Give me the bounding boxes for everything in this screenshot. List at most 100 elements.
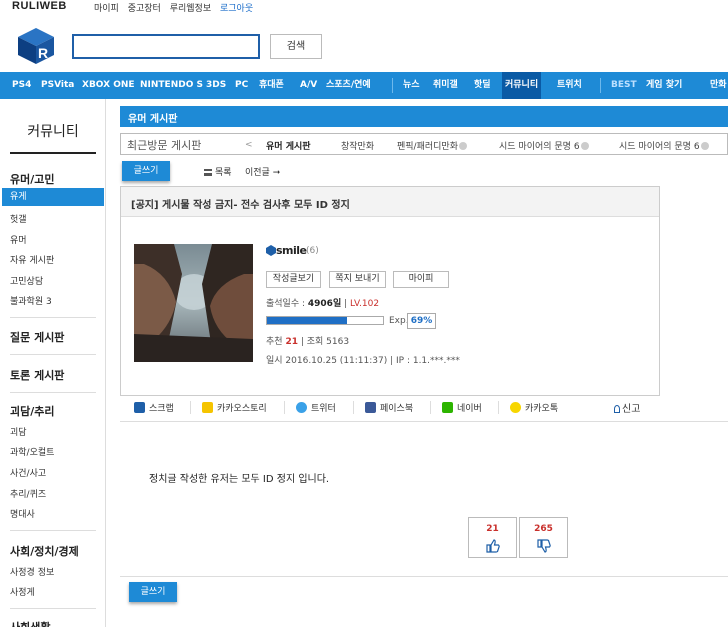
search-button[interactable]: 검색 bbox=[270, 34, 322, 59]
nav-item-xboxone[interactable]: XBOX ONE bbox=[82, 72, 135, 99]
recent-board-civ6[interactable]: 시드 마이어의 문명 6 bbox=[499, 139, 589, 152]
recent-boards-bar: 최근방문 게시판 < 유머 게시판 창작만화 펜픽/패러디만화 시드 마이어의 … bbox=[120, 133, 728, 155]
send-message-button[interactable]: 쪽지 보내기 bbox=[329, 271, 386, 288]
write-button[interactable]: 글쓰기 bbox=[122, 161, 170, 181]
nav-item-av[interactable]: A/V bbox=[300, 72, 317, 99]
recent-prev-arrow[interactable]: < bbox=[245, 140, 253, 150]
scrap-icon bbox=[134, 402, 145, 413]
share-kakaotalk-label: 카카오톡 bbox=[525, 404, 559, 414]
nav-separator bbox=[600, 78, 601, 93]
sidebar-heading-question[interactable]: 질문 게시판 bbox=[10, 329, 64, 345]
sidebar-heading-social-life[interactable]: 사회생활 bbox=[10, 619, 50, 627]
nav-item-twitch[interactable]: 트위치 bbox=[557, 72, 582, 99]
report-label: 신고 bbox=[622, 404, 641, 415]
nav-item-hotdeal[interactable]: 핫딜 bbox=[474, 72, 491, 99]
nav-separator bbox=[392, 78, 393, 93]
sidebar-item-incident[interactable]: 사건/사고 bbox=[10, 466, 46, 479]
sidebar-item-occult[interactable]: 과학/오컬트 bbox=[10, 445, 54, 458]
share-row: 스크랩 카카오스토리 트위터 페이스북 네이버 카카오톡 bbox=[120, 396, 660, 420]
share-naver[interactable]: 네이버 bbox=[442, 401, 482, 414]
recent-board-creative[interactable]: 창작만화 bbox=[341, 139, 374, 152]
logout-link[interactable]: 로그아웃 bbox=[220, 4, 253, 14]
sidebar-item-society-info[interactable]: 사정경 정보 bbox=[10, 565, 54, 578]
share-twitter[interactable]: 트위터 bbox=[296, 401, 336, 414]
nav-item-game-search[interactable]: 게임 찾기 bbox=[646, 72, 682, 99]
author-name[interactable]: smile bbox=[276, 244, 307, 257]
exp-label: Exp. bbox=[389, 316, 409, 326]
nav-item-hobby[interactable]: 취미갤 bbox=[433, 72, 458, 99]
search-input[interactable] bbox=[72, 34, 260, 59]
share-twitter-label: 트위터 bbox=[311, 404, 336, 414]
sidebar-item-yuge[interactable]: 유게 bbox=[2, 188, 104, 206]
sidebar-item-free-board[interactable]: 자유 게시판 bbox=[10, 253, 54, 266]
nav-item-comics[interactable]: 만화 bbox=[710, 72, 727, 99]
upvote-button[interactable]: 21 bbox=[468, 517, 517, 558]
sidebar-heading-mystery[interactable]: 괴담/추리 bbox=[10, 403, 55, 419]
nav-item-psvita[interactable]: PSVita bbox=[41, 72, 74, 99]
nav-item-nintendo[interactable]: NINTENDO S bbox=[140, 72, 203, 99]
share-separator bbox=[353, 401, 354, 414]
recent-board-humor[interactable]: 유머 게시판 bbox=[266, 139, 311, 152]
close-icon[interactable] bbox=[580, 142, 589, 150]
prev-post-link[interactable]: 이전글 ➞ bbox=[245, 165, 280, 178]
ruliweb-cube-icon[interactable]: R bbox=[16, 26, 56, 66]
report-link[interactable]: 신고 bbox=[614, 400, 640, 415]
sidebar-heading-society[interactable]: 사회/정치/경제 bbox=[10, 543, 79, 559]
avatar[interactable] bbox=[134, 244, 253, 362]
sidebar-item-quotes[interactable]: 명대사 bbox=[10, 507, 35, 520]
recent-board-civ6-2[interactable]: 시드 마이어의 문명 6 bbox=[619, 139, 709, 152]
sidebar-item-heotgal[interactable]: 헛갤 bbox=[10, 212, 27, 225]
sidebar-title-underline bbox=[10, 152, 96, 154]
recent-boards-label: 최근방문 게시판 bbox=[127, 139, 202, 152]
share-scrap-label: 스크랩 bbox=[149, 404, 174, 414]
sidebar-item-humor[interactable]: 유머 bbox=[10, 233, 27, 246]
nav-item-best[interactable]: BEST bbox=[611, 72, 637, 99]
close-icon[interactable] bbox=[700, 142, 709, 150]
top-link-info[interactable]: 루리웹정보 bbox=[170, 4, 211, 14]
views-count: | 조회 5163 bbox=[300, 337, 350, 347]
svg-text:R: R bbox=[38, 45, 48, 61]
exp-percent: 69% bbox=[407, 313, 436, 329]
nav-item-pc[interactable]: PC bbox=[235, 72, 248, 99]
share-kakaostory-label: 카카오스토리 bbox=[217, 404, 267, 414]
list-link[interactable]: 목록 bbox=[204, 165, 232, 178]
nav-item-ps4[interactable]: PS4 bbox=[12, 72, 31, 99]
sidebar-item-counsel[interactable]: 고민상담 bbox=[10, 274, 43, 287]
nav-item-mobile[interactable]: 휴대폰 bbox=[259, 72, 284, 99]
twitter-icon bbox=[296, 402, 307, 413]
site-logo[interactable]: RULIWEB bbox=[12, 0, 67, 12]
mypi-button[interactable]: 마이피 bbox=[393, 271, 449, 288]
sidebar-item-academy[interactable]: 불과학원 3 bbox=[10, 294, 52, 307]
top-link-mypi[interactable]: 마이피 bbox=[94, 4, 119, 14]
nav-item-community[interactable]: 커뮤니티 bbox=[502, 72, 542, 99]
share-kakaostory[interactable]: 카카오스토리 bbox=[202, 401, 267, 414]
attendance-label: 출석일수 : bbox=[266, 299, 306, 309]
naver-icon bbox=[442, 402, 453, 413]
sidebar-item-society-board[interactable]: 사정게 bbox=[10, 585, 35, 598]
downvote-count: 265 bbox=[534, 524, 553, 534]
nav-item-news[interactable]: 뉴스 bbox=[403, 72, 420, 99]
downvote-button[interactable]: 265 bbox=[519, 517, 568, 558]
post-content-area bbox=[120, 421, 728, 576]
recent-board-fanfic[interactable]: 펜픽/패러디만화 bbox=[397, 139, 467, 152]
facebook-icon bbox=[365, 402, 376, 413]
sidebar-heading-debate[interactable]: 토론 게시판 bbox=[10, 367, 64, 383]
user-level-icon bbox=[266, 245, 276, 256]
nav-item-3ds[interactable]: 3DS bbox=[206, 72, 226, 99]
nav-item-sports[interactable]: 스포츠/연예 bbox=[326, 72, 371, 99]
share-facebook-label: 페이스북 bbox=[380, 404, 414, 414]
board-title: 유머 게시판 bbox=[128, 114, 178, 125]
recommend-label: 추천 bbox=[266, 337, 283, 347]
sidebar-item-quiz[interactable]: 추리/퀴즈 bbox=[10, 487, 46, 500]
top-link-market[interactable]: 중고장터 bbox=[128, 4, 161, 14]
view-posts-button[interactable]: 작성글보기 bbox=[266, 271, 321, 288]
sidebar-item-ghost[interactable]: 괴담 bbox=[10, 425, 27, 438]
close-icon[interactable] bbox=[459, 142, 467, 150]
write-button-bottom[interactable]: 글쓰기 bbox=[129, 582, 177, 602]
share-facebook[interactable]: 페이스북 bbox=[365, 401, 413, 414]
share-scrap[interactable]: 스크랩 bbox=[134, 401, 174, 414]
share-kakaotalk[interactable]: 카카오톡 bbox=[510, 401, 558, 414]
sidebar-heading-humor[interactable]: 유머/고민 bbox=[10, 171, 55, 187]
kakaostory-icon bbox=[202, 402, 213, 413]
sidebar-divider bbox=[10, 608, 96, 609]
